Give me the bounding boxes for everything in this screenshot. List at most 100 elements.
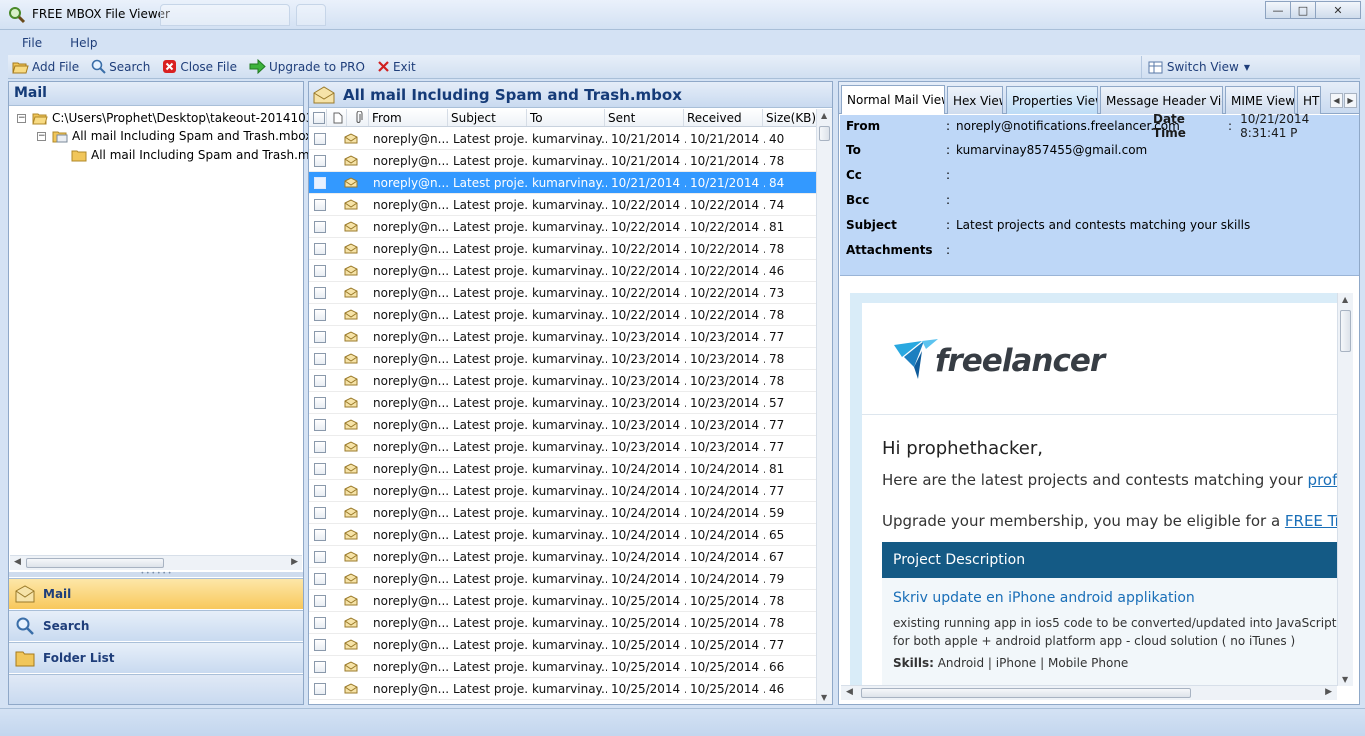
checkbox[interactable] [314,264,326,277]
row-checkbox-cell[interactable] [309,638,331,651]
mail-row[interactable]: noreply@n... Latest proje... kumarvinay...… [309,568,817,590]
mail-row[interactable]: noreply@n... Latest proje... kumarvinay...… [309,546,817,568]
checkbox[interactable] [314,682,326,695]
mail-row[interactable]: noreply@n... Latest proje... kumarvinay...… [309,524,817,546]
mail-row[interactable]: noreply@n... Latest proje... kumarvinay...… [309,216,817,238]
row-checkbox-cell[interactable] [309,594,331,607]
mail-row[interactable]: noreply@n... Latest proje... kumarvinay...… [309,370,817,392]
checkbox[interactable] [314,330,326,343]
checkbox[interactable] [314,638,326,651]
column-attachment[interactable] [347,109,369,126]
tree-item-mbox-folder[interactable]: All mail Including Spam and Trash.mbox [71,146,331,164]
tab-normal-mail-view[interactable]: Normal Mail View [841,85,945,114]
mail-row[interactable]: noreply@n... Latest proje... kumarvinay...… [309,194,817,216]
tab-scroll-right-icon[interactable]: ▶ [1344,93,1357,108]
scroll-down-arrow-icon[interactable]: ▼ [1342,675,1348,684]
column-subject[interactable]: Subject [448,109,527,126]
checkbox[interactable] [314,528,326,541]
tab-message-header-view[interactable]: Message Header View [1100,86,1223,114]
checkbox[interactable] [314,374,326,387]
mail-row[interactable]: noreply@n... Latest proje... kumarvinay...… [309,590,817,612]
checkbox[interactable] [314,132,326,145]
collapse-toggle[interactable]: − [17,113,26,123]
row-checkbox-cell[interactable] [309,440,331,453]
row-checkbox-cell[interactable] [309,286,331,299]
nav-folder-list[interactable]: Folder List [9,642,303,673]
checkbox[interactable] [314,418,326,431]
checkbox[interactable] [314,154,326,167]
mail-row[interactable]: noreply@n... Latest proje... kumarvinay...… [309,458,817,480]
row-checkbox-cell[interactable] [309,176,331,189]
free-trial-link[interactable]: FREE Trial [1285,512,1337,530]
scroll-thumb[interactable] [1340,310,1351,352]
row-checkbox-cell[interactable] [309,506,331,519]
checkbox[interactable] [314,308,326,321]
tab-hex-view[interactable]: Hex View [947,86,1003,114]
minimize-button[interactable]: — [1265,1,1291,19]
row-checkbox-cell[interactable] [309,308,331,321]
row-checkbox-cell[interactable] [309,132,331,145]
scroll-up-arrow-icon[interactable]: ▲ [1342,295,1348,304]
search-button[interactable]: Search [87,56,154,78]
mail-row[interactable]: noreply@n... Latest proje... kumarvinay...… [309,238,817,260]
checkbox[interactable] [314,198,326,211]
row-checkbox-cell[interactable] [309,418,331,431]
mail-row[interactable]: noreply@n... Latest proje... kumarvinay...… [309,414,817,436]
checkbox[interactable] [314,242,326,255]
row-checkbox-cell[interactable] [309,330,331,343]
scroll-up-arrow-icon[interactable]: ▲ [821,111,827,120]
scroll-left-arrow-icon[interactable]: ◀ [846,687,853,697]
row-checkbox-cell[interactable] [309,352,331,365]
checkbox[interactable] [314,462,326,475]
scroll-thumb[interactable] [26,558,164,568]
scroll-thumb[interactable] [861,688,1191,698]
row-checkbox-cell[interactable] [309,396,331,409]
row-checkbox-cell[interactable] [309,572,331,585]
nav-mail[interactable]: Mail [9,578,303,609]
checkbox[interactable] [314,660,326,673]
row-checkbox-cell[interactable] [309,616,331,629]
add-file-button[interactable]: Add File [8,56,83,78]
checkbox[interactable] [314,220,326,233]
column-doc[interactable] [327,109,347,126]
mail-row[interactable]: noreply@n... Latest proje... kumarvinay...… [309,282,817,304]
mail-row[interactable]: noreply@n... Latest proje... kumarvinay...… [309,480,817,502]
pane-splitter[interactable]: • • • • • • [9,571,303,577]
mail-row[interactable]: noreply@n... Latest proje... kumarvinay...… [309,656,817,678]
row-checkbox-cell[interactable] [309,660,331,673]
tree-item-root[interactable]: − C:\Users\Prophet\Desktop\takeout-20141… [17,109,336,127]
row-checkbox-cell[interactable] [309,484,331,497]
row-checkbox-cell[interactable] [309,154,331,167]
collapse-toggle[interactable]: − [37,131,46,141]
scroll-thumb[interactable] [819,126,830,141]
mail-row[interactable]: noreply@n... Latest proje... kumarvinay...… [309,634,817,656]
row-checkbox-cell[interactable] [309,682,331,695]
tab-properties-view[interactable]: Properties View [1006,86,1098,114]
checkbox[interactable] [314,286,326,299]
mail-row[interactable]: noreply@n... Latest proje... kumarvinay...… [309,172,817,194]
tab-html-view[interactable]: HTM [1297,86,1321,114]
switch-view-button[interactable]: Switch View ▼ [1140,56,1250,78]
tab-mime-view[interactable]: MIME View [1225,86,1295,114]
upgrade-button[interactable]: Upgrade to PRO [245,56,369,78]
nav-search[interactable]: Search [9,610,303,641]
project-title-link[interactable]: Skriv update en iPhone android applikati… [893,590,1195,606]
mail-row[interactable]: noreply@n... Latest proje... kumarvinay...… [309,502,817,524]
checkbox[interactable] [314,572,326,585]
menu-help[interactable]: Help [56,36,111,50]
scroll-left-arrow-icon[interactable]: ◀ [14,557,21,567]
column-received[interactable]: Received [684,109,763,126]
row-checkbox-cell[interactable] [309,462,331,475]
exit-button[interactable]: Exit [373,56,420,78]
column-size[interactable]: Size(KB) [763,109,817,126]
maximize-button[interactable]: □ [1290,1,1316,19]
profile-link[interactable]: profile [1308,471,1337,489]
checkbox[interactable] [314,550,326,563]
checkbox[interactable] [314,616,326,629]
tree-item-mbox[interactable]: − All mail Including Spam and Trash.mbox [37,127,312,145]
row-checkbox-cell[interactable] [309,550,331,563]
mail-row[interactable]: noreply@n... Latest proje... kumarvinay...… [309,436,817,458]
row-checkbox-cell[interactable] [309,242,331,255]
mail-row[interactable]: noreply@n... Latest proje... kumarvinay...… [309,612,817,634]
row-checkbox-cell[interactable] [309,198,331,211]
